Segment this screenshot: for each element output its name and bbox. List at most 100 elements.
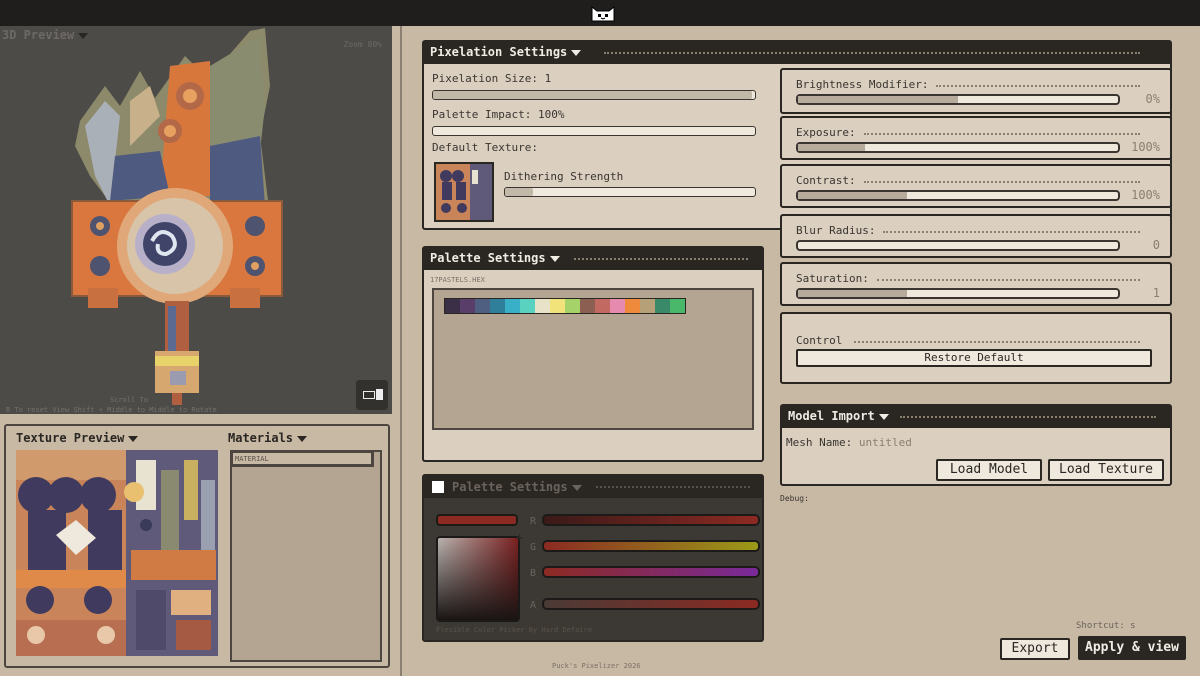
materials-title[interactable]: Materials xyxy=(228,431,308,445)
3d-preview-viewport[interactable]: 3D Preview Zoom 80% Scroll To R To reset… xyxy=(0,26,392,414)
camera-icon xyxy=(363,391,375,399)
slider-fill xyxy=(433,91,752,99)
materials-list[interactable]: MATERIAL xyxy=(230,450,382,662)
3d-model-render xyxy=(71,28,283,405)
palette-settings-panel: Palette Settings 17PASTELS.HEX xyxy=(422,246,764,462)
load-model-button[interactable]: Load Model xyxy=(936,459,1042,481)
alpha-channel-label: A xyxy=(530,600,537,611)
mesh-name-value: untitled xyxy=(858,436,912,449)
current-color-preview xyxy=(436,514,518,526)
adjustment-slider[interactable] xyxy=(796,142,1120,153)
camera-toggle-button[interactable] xyxy=(356,380,388,410)
palette-swatch[interactable] xyxy=(655,299,670,313)
pixelation-size-label: Pixelation Size: 1 xyxy=(432,72,552,85)
palette-swatch[interactable] xyxy=(535,299,550,313)
control-divider xyxy=(854,341,1140,343)
color-picker-panel: Palette Settings ✛ R G B A Flexible Colo… xyxy=(422,474,764,642)
slider-fill xyxy=(798,144,866,151)
green-channel-label: G xyxy=(530,542,537,553)
header-divider xyxy=(604,52,1140,54)
adjustment-divider xyxy=(864,181,1140,183)
blue-channel-slider[interactable] xyxy=(542,566,760,578)
palette-swatch-area xyxy=(432,288,754,430)
adjustment-label: Saturation: xyxy=(796,272,869,285)
palette-swatch[interactable] xyxy=(505,299,520,313)
pixelation-size-slider[interactable] xyxy=(432,90,756,100)
palette-swatch[interactable] xyxy=(670,299,685,313)
red-channel-slider[interactable] xyxy=(542,514,760,526)
color-picker-title[interactable]: Palette Settings xyxy=(452,480,582,494)
header-divider xyxy=(574,258,748,260)
scroll-hint: Scroll To xyxy=(110,396,148,404)
slider-fill xyxy=(798,290,907,297)
texture-materials-panel: Texture Preview Materials MATERIAL xyxy=(4,424,390,668)
control-label: Control xyxy=(796,334,843,347)
adjustment-panel: Contrast: 100% xyxy=(780,164,1172,208)
adjustment-label: Exposure: xyxy=(796,126,856,139)
palette-swatch[interactable] xyxy=(565,299,580,313)
adjustment-slider[interactable] xyxy=(796,288,1120,299)
restore-default-button[interactable]: Restore Default xyxy=(796,349,1152,367)
apply-and-view-button[interactable]: Apply & view xyxy=(1078,636,1186,660)
palette-swatch[interactable] xyxy=(640,299,655,313)
default-texture-thumbnail[interactable] xyxy=(434,162,494,222)
adjustment-divider xyxy=(883,231,1140,233)
picker-crosshair-icon[interactable]: ✛ xyxy=(516,531,526,543)
debug-label: Debug: xyxy=(780,494,809,503)
export-button[interactable]: Export xyxy=(1000,638,1070,660)
palette-impact-label: Palette Impact: 100% xyxy=(432,108,565,121)
palette-swatch[interactable] xyxy=(490,299,505,313)
adjustment-panel: Blur Radius: 0 xyxy=(780,214,1172,258)
adjustment-panel: Exposure: 100% xyxy=(780,116,1172,160)
palette-file-name: 17PASTELS.HEX xyxy=(430,276,485,284)
palette-swatch[interactable] xyxy=(580,299,595,313)
palette-swatch[interactable] xyxy=(445,299,460,313)
slider-fill xyxy=(798,96,958,103)
header-divider xyxy=(596,486,750,488)
saturation-value-field[interactable] xyxy=(436,536,520,622)
palette-swatch[interactable] xyxy=(460,299,475,313)
cat-logo-icon xyxy=(591,5,615,22)
adjustment-divider xyxy=(936,85,1140,87)
color-picker-header: Palette Settings xyxy=(424,476,762,498)
palette-impact-slider[interactable] xyxy=(432,126,756,136)
dithering-slider[interactable] xyxy=(504,187,756,197)
palette-swatch[interactable] xyxy=(520,299,535,313)
load-texture-button[interactable]: Load Texture xyxy=(1048,459,1164,481)
adjustment-value: 0 xyxy=(1152,238,1160,252)
dithering-label: Dithering Strength xyxy=(504,170,624,183)
adjustment-value: 100% xyxy=(1131,140,1160,154)
list-item[interactable]: MATERIAL xyxy=(232,452,374,467)
adjustment-slider[interactable] xyxy=(796,240,1120,251)
green-channel-slider[interactable] xyxy=(542,540,760,552)
adjustment-panel: Saturation: 1 xyxy=(780,262,1172,306)
mesh-name-label: Mesh Name: untitled xyxy=(786,436,912,449)
palette-swatch[interactable] xyxy=(475,299,490,313)
palette-swatch[interactable] xyxy=(625,299,640,313)
zoom-readout: Zoom 80% xyxy=(343,40,382,49)
palette-swatch[interactable] xyxy=(550,299,565,313)
shortcut-hint: Shortcut: s xyxy=(1076,621,1136,631)
adjustment-divider xyxy=(877,279,1140,281)
adjustment-slider[interactable] xyxy=(796,190,1120,201)
alpha-channel-slider[interactable] xyxy=(542,598,760,610)
adjustment-label: Contrast: xyxy=(796,174,856,187)
adjustment-label: Brightness Modifier: xyxy=(796,78,929,91)
adjustment-divider xyxy=(864,133,1140,135)
default-texture-label: Default Texture: xyxy=(432,141,538,154)
palette-swatch[interactable] xyxy=(610,299,625,313)
enable-checkbox[interactable] xyxy=(432,481,444,493)
left-column: 3D Preview Zoom 80% Scroll To R To reset… xyxy=(0,26,402,676)
adjustment-panel: Brightness Modifier: 0% xyxy=(780,68,1172,114)
control-panel: Control Restore Default xyxy=(780,312,1172,384)
texture-preview-title[interactable]: Texture Preview xyxy=(16,431,139,445)
adjustment-slider[interactable] xyxy=(796,94,1120,105)
palette-swatches[interactable] xyxy=(444,298,686,314)
blue-channel-label: B xyxy=(530,568,537,579)
palette-swatch[interactable] xyxy=(595,299,610,313)
slider-fill xyxy=(798,192,907,199)
texture-atlas-image xyxy=(16,450,218,656)
red-channel-label: R xyxy=(530,516,537,527)
footer-credit: Puck's Pixelizer 2026 xyxy=(552,662,641,670)
model-import-panel: Model Import Mesh Name: untitled Load Mo… xyxy=(780,404,1172,486)
